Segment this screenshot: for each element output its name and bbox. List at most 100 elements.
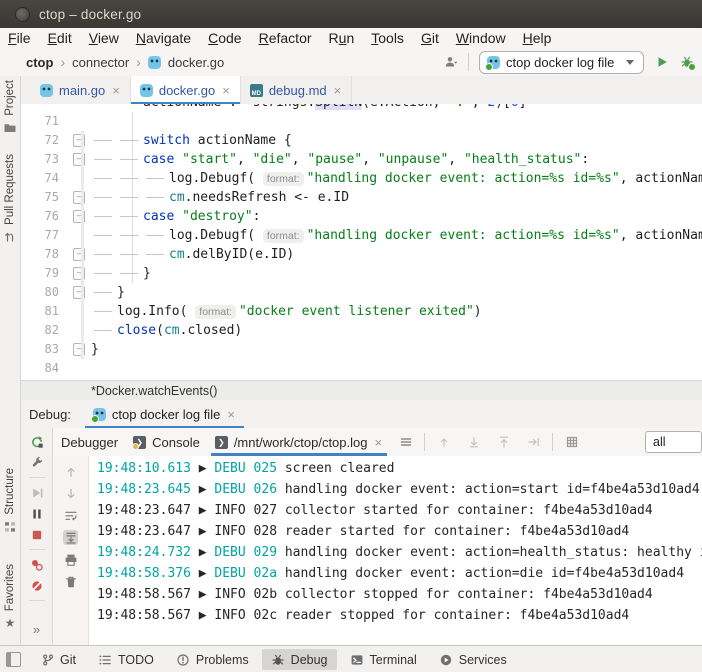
scroll-to-end-icon[interactable] bbox=[63, 530, 78, 545]
terminal-icon bbox=[350, 652, 365, 667]
code-text: case "start", "die", "pause", "unpause",… bbox=[91, 150, 702, 169]
statusbar-item-terminal[interactable]: Terminal bbox=[341, 649, 426, 670]
close-icon[interactable]: × bbox=[373, 436, 383, 449]
log-line: 19:48:23.647 ▶ INFO 028 reader started f… bbox=[89, 521, 702, 542]
menu-item-window[interactable]: Window bbox=[456, 30, 506, 46]
code-token: } bbox=[117, 285, 125, 300]
close-icon[interactable]: × bbox=[226, 408, 236, 421]
pause-icon[interactable] bbox=[29, 506, 44, 521]
more-icon[interactable]: » bbox=[33, 622, 40, 637]
close-icon[interactable]: × bbox=[333, 84, 343, 97]
user-dropdown-icon[interactable] bbox=[443, 55, 458, 70]
debugger-tab-console[interactable]: ❯Console bbox=[133, 428, 200, 456]
resume-icon[interactable] bbox=[29, 485, 44, 500]
debug-bug-icon bbox=[271, 652, 286, 667]
window-menu-icon[interactable] bbox=[15, 7, 30, 22]
view-options-icon[interactable] bbox=[398, 435, 413, 450]
log-line: 19:48:23.647 ▶ INFO 027 collector starte… bbox=[89, 500, 702, 521]
line-number bbox=[21, 104, 67, 112]
log-timestamp: 19:48:10.613 bbox=[97, 461, 191, 476]
breadcrumb-item-connector[interactable]: connector bbox=[72, 55, 129, 70]
menu-item-edit[interactable]: Edit bbox=[48, 30, 72, 46]
print-icon[interactable] bbox=[63, 552, 78, 567]
previous-occurrence-icon[interactable] bbox=[63, 464, 78, 479]
stop-icon[interactable] bbox=[29, 527, 44, 542]
editor-tab-main-go[interactable]: main.go× bbox=[31, 76, 131, 104]
statusbar-item-problems[interactable]: Problems bbox=[167, 649, 258, 670]
debug-session-tab[interactable]: ctop docker log file × bbox=[85, 400, 244, 428]
code-token: (e.Action, bbox=[362, 104, 448, 110]
run-icon[interactable] bbox=[654, 55, 669, 70]
code-line: 78–cm.delByID(e.ID) bbox=[21, 245, 702, 264]
menu-item-file[interactable]: File bbox=[8, 30, 31, 46]
soft-wrap-icon[interactable] bbox=[63, 508, 78, 523]
fold-gutter: – bbox=[67, 150, 91, 169]
top-frame-icon[interactable] bbox=[496, 435, 511, 450]
breadcrumb-item-docker.go[interactable]: docker.go bbox=[168, 55, 224, 70]
close-icon[interactable]: × bbox=[221, 84, 231, 97]
code-line: 72–switch actionName { bbox=[21, 131, 702, 150]
code-token: "handling docker event: action=%s id=%s" bbox=[307, 171, 620, 186]
run-configuration-select[interactable]: ctop docker log file bbox=[479, 51, 644, 74]
tab-whitespace-icon bbox=[91, 321, 117, 340]
menu-item-code[interactable]: Code bbox=[208, 30, 241, 46]
tab-whitespace-icon bbox=[143, 245, 169, 264]
menu-item-git[interactable]: Git bbox=[421, 30, 439, 46]
code-token: log.Info( bbox=[117, 304, 195, 319]
fold-gutter bbox=[67, 226, 91, 245]
debugger-tab--mnt-work-ctop-ctop-log[interactable]: ❯/mnt/work/ctop/ctop.log× bbox=[215, 428, 383, 456]
tool-window-switcher-icon[interactable] bbox=[6, 652, 21, 667]
statusbar-item-git[interactable]: Git bbox=[31, 649, 85, 670]
view-breakpoints-icon[interactable] bbox=[29, 557, 44, 572]
menu-item-run[interactable]: Run bbox=[329, 30, 355, 46]
log-level: INFO 028 bbox=[214, 524, 277, 539]
sticky-context-line[interactable]: *Docker.watchEvents() bbox=[21, 380, 702, 402]
code-text: log.Debugf( format:"handling docker even… bbox=[91, 169, 702, 188]
debugger-tab-bar: Debugger ❯Console ❯/mnt/work/ctop/ctop.log… bbox=[53, 428, 702, 456]
log-timestamp: 19:48:23.645 bbox=[97, 482, 191, 497]
clear-all-icon[interactable] bbox=[63, 574, 78, 589]
code-token: ) bbox=[474, 304, 482, 319]
statusbar-item-todo[interactable]: TODO bbox=[89, 649, 163, 670]
statusbar-item-services[interactable]: Services bbox=[430, 649, 516, 670]
menu-item-tools[interactable]: Tools bbox=[371, 30, 404, 46]
tab-whitespace-icon bbox=[117, 188, 143, 207]
stripe-item-pull-requests[interactable]: Pull Requests bbox=[0, 154, 20, 245]
statusbar-item-label: Services bbox=[459, 653, 507, 667]
stripe-item-structure[interactable]: Structure bbox=[0, 468, 20, 535]
code-editor[interactable]: actionName := strings.SplitN(e.Action, "… bbox=[21, 104, 702, 380]
fold-gutter bbox=[67, 112, 91, 131]
close-icon[interactable]: × bbox=[111, 84, 121, 97]
rerun-icon[interactable] bbox=[29, 434, 44, 449]
line-number: 79 bbox=[21, 264, 67, 283]
code-token: : bbox=[581, 152, 589, 167]
log-timestamp: 19:48:23.647 bbox=[97, 524, 191, 539]
stripe-item-project[interactable]: Project bbox=[0, 80, 20, 136]
next-occurrence-icon[interactable] bbox=[63, 486, 78, 501]
breadcrumb-item-ctop[interactable]: ctop bbox=[26, 55, 53, 70]
stripe-item-favorites[interactable]: Favorites★ bbox=[0, 564, 20, 630]
up-stack-icon[interactable] bbox=[436, 435, 451, 450]
editor-tab-debug-md[interactable]: MDdebug.md× bbox=[241, 76, 352, 104]
log-level-filter-select[interactable]: all bbox=[645, 431, 702, 453]
code-text: log.Info( format:"docker event listener … bbox=[91, 302, 702, 321]
menu-item-view[interactable]: View bbox=[89, 30, 119, 46]
statusbar-item-debug[interactable]: Debug bbox=[262, 649, 337, 670]
log-level: INFO 027 bbox=[214, 503, 277, 518]
down-stack-icon[interactable] bbox=[466, 435, 481, 450]
debugger-tab-debugger[interactable]: Debugger bbox=[61, 428, 118, 456]
log-console[interactable]: 19:48:10.613 ▶ DEBU 025 screen cleared19… bbox=[89, 456, 702, 645]
debug-icon[interactable] bbox=[679, 55, 694, 70]
menu-item-refactor[interactable]: Refactor bbox=[259, 30, 312, 46]
menu-item-help[interactable]: Help bbox=[523, 30, 552, 46]
editor-tab-docker-go[interactable]: docker.go× bbox=[131, 76, 241, 104]
code-token: "health_status" bbox=[464, 152, 581, 167]
settings-icon[interactable] bbox=[29, 455, 44, 470]
layout-grid-icon[interactable] bbox=[564, 435, 579, 450]
line-number: 84 bbox=[21, 359, 67, 378]
mute-breakpoints-icon[interactable] bbox=[29, 578, 44, 593]
code-token: , actionName, e.ID) bbox=[620, 228, 702, 243]
gopher-file-icon bbox=[140, 84, 153, 97]
focus-icon[interactable] bbox=[526, 435, 541, 450]
menu-item-navigate[interactable]: Navigate bbox=[136, 30, 191, 46]
